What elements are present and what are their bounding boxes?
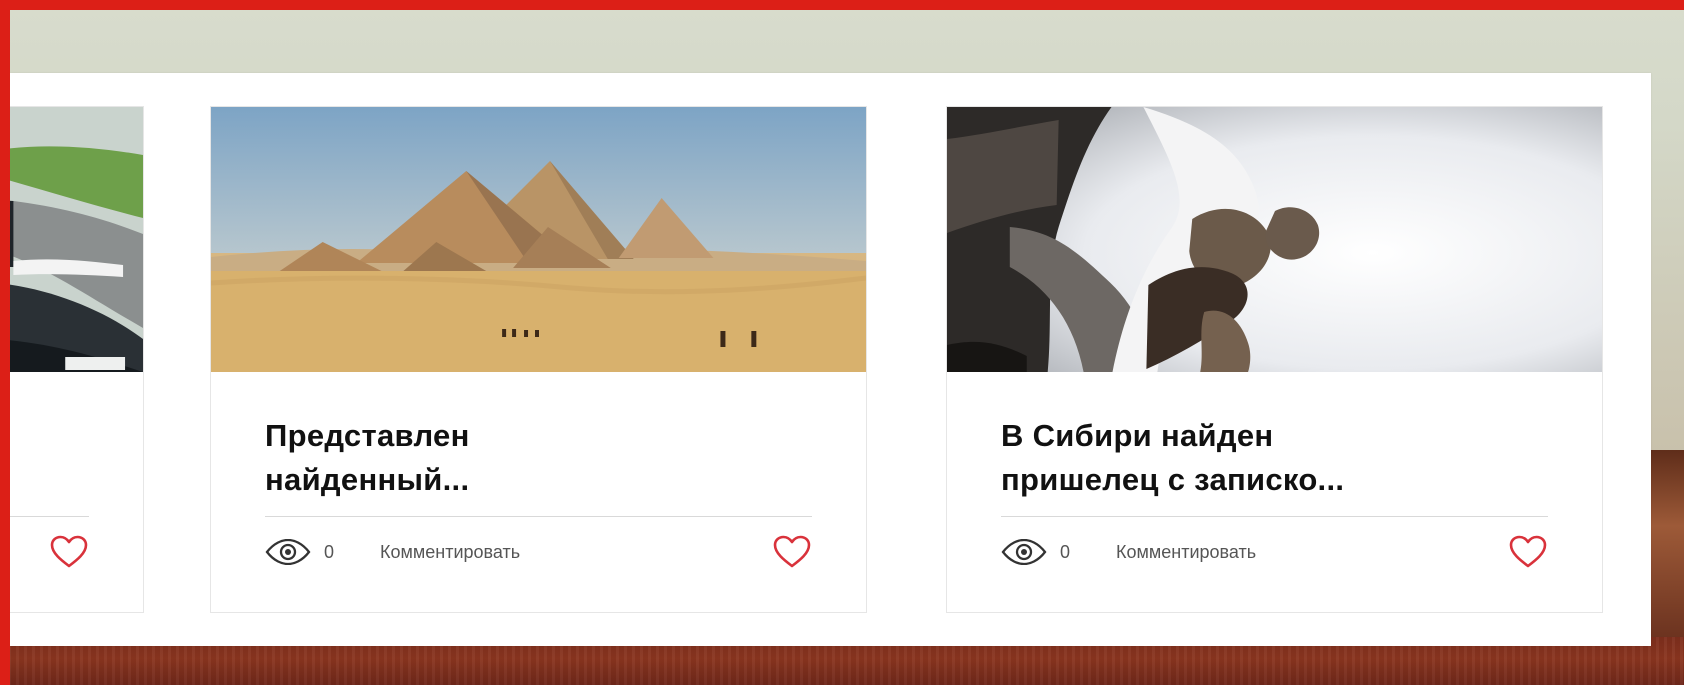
card-meta: 0 Комментировать bbox=[265, 535, 812, 569]
news-card-alien[interactable]: В Сибири найден пришелец с записко... 0 … bbox=[946, 106, 1603, 613]
alien-snow-image bbox=[947, 107, 1602, 372]
views-counter: 0 bbox=[265, 539, 380, 565]
heart-icon[interactable] bbox=[49, 535, 89, 569]
eye-icon bbox=[265, 539, 311, 565]
views-counter: 0 bbox=[1001, 539, 1116, 565]
news-card-pyramids[interactable]: Представлен найденный... 0 Комментироват… bbox=[210, 106, 867, 613]
news-card-title[interactable]: Представлен найденный... bbox=[265, 414, 825, 502]
comment-link[interactable]: Комментировать bbox=[1116, 542, 1256, 563]
comment-link[interactable]: Комментировать bbox=[380, 542, 520, 563]
news-card-image[interactable] bbox=[211, 107, 866, 372]
card-divider bbox=[1001, 516, 1548, 517]
pyramids-image bbox=[211, 107, 866, 372]
card-divider bbox=[10, 516, 89, 517]
eye-icon bbox=[1001, 539, 1047, 565]
card-meta: 0 Комментировать bbox=[1001, 535, 1548, 569]
card-divider bbox=[265, 516, 812, 517]
news-card-image[interactable] bbox=[947, 107, 1602, 372]
news-card-image[interactable] bbox=[10, 107, 143, 372]
car-interior-image bbox=[10, 107, 143, 372]
views-count: 0 bbox=[1060, 541, 1071, 562]
background-wood-edge bbox=[1650, 450, 1684, 640]
heart-icon[interactable] bbox=[772, 535, 812, 569]
heart-icon[interactable] bbox=[1508, 535, 1548, 569]
news-carousel-panel: Представлен найденный... 0 Комментироват… bbox=[10, 73, 1651, 646]
card-meta bbox=[10, 535, 89, 569]
news-card-partial[interactable] bbox=[10, 106, 144, 613]
news-card-title[interactable]: В Сибири найден пришелец с записко... bbox=[1001, 414, 1561, 502]
views-count: 0 bbox=[324, 541, 335, 562]
